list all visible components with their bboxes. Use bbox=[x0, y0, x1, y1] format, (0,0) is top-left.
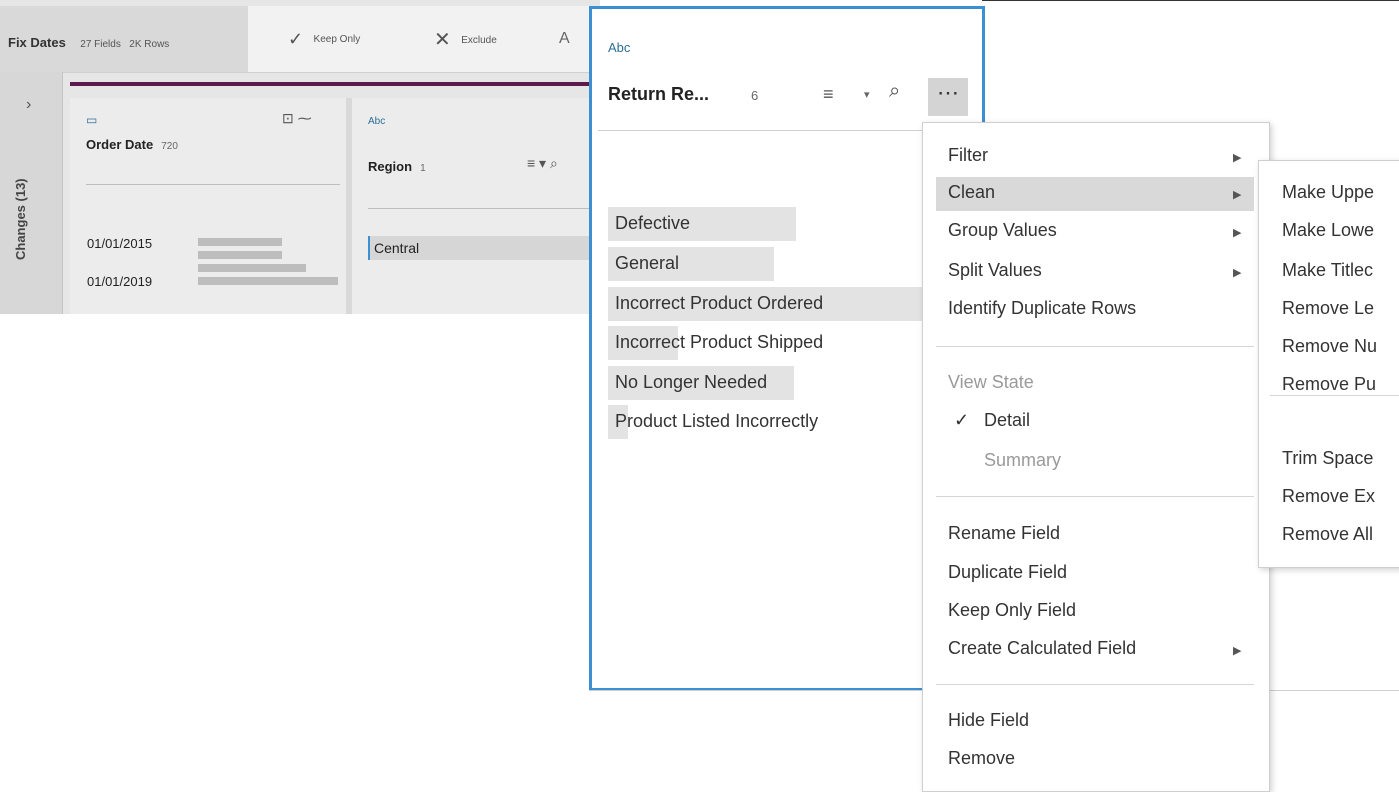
calendar-icon: ▭ bbox=[86, 113, 98, 127]
region-name: Region bbox=[368, 159, 413, 174]
region-type-label: Abc bbox=[368, 116, 386, 127]
menu-item-identify-duplicates[interactable]: Identify Duplicate Rows bbox=[948, 298, 1136, 319]
order-date-count: 720 bbox=[161, 141, 178, 152]
menu-item-create-calculated-field[interactable]: Create Calculated Field bbox=[948, 638, 1136, 659]
order-date-name: Order Date bbox=[86, 137, 154, 152]
card-separator bbox=[86, 184, 340, 185]
field-name: Return Re... bbox=[608, 84, 710, 104]
submenu-arrow-icon: ▶ bbox=[1233, 189, 1242, 201]
submenu-arrow-icon: ▶ bbox=[1233, 152, 1242, 164]
step-title: Fix Dates 27 Fields 2K Rows bbox=[8, 34, 169, 52]
date-bin-bar[interactable] bbox=[198, 264, 306, 272]
changes-rail-label: Changes (13) bbox=[13, 178, 28, 260]
region-header: Region 1 bbox=[368, 159, 426, 174]
field-distinct-count: 6 bbox=[751, 88, 759, 103]
value-label: No Longer Needed bbox=[615, 372, 768, 392]
keep-only-label: Keep Only bbox=[313, 34, 361, 45]
date-end-label: 01/01/2019 bbox=[87, 274, 153, 289]
menu-item-detail[interactable]: Detail bbox=[984, 410, 1030, 431]
submenu-arrow-icon: ▶ bbox=[1233, 227, 1242, 239]
menu-item-summary[interactable]: Summary bbox=[984, 450, 1061, 471]
chevron-right-icon[interactable]: › bbox=[26, 96, 31, 114]
menu-item-group-values[interactable]: Group Values bbox=[948, 220, 1057, 241]
menu-separator bbox=[936, 346, 1254, 347]
close-icon: ✕ bbox=[434, 29, 451, 51]
field-type-label: Abc bbox=[608, 40, 631, 55]
menu-item-hide-field[interactable]: Hide Field bbox=[948, 710, 1029, 731]
more-options-button[interactable]: ⋯ bbox=[928, 78, 968, 116]
menu-item-filter[interactable]: Filter bbox=[948, 145, 988, 166]
region-profile-card[interactable] bbox=[352, 98, 600, 314]
menu-item-rename-field[interactable]: Rename Field bbox=[948, 523, 1060, 544]
menu-item-duplicate-field[interactable]: Duplicate Field bbox=[948, 562, 1067, 583]
sort-icon[interactable]: ≡ bbox=[823, 84, 834, 105]
submenu-item[interactable]: Remove Pu bbox=[1282, 374, 1376, 395]
step-color-bar bbox=[70, 82, 600, 86]
date-options-icons[interactable]: ⊡ ⁓ bbox=[282, 110, 312, 127]
menu-item-remove[interactable]: Remove bbox=[948, 748, 1015, 769]
sort-icon[interactable]: ≡ ▾ ⌕ bbox=[527, 155, 558, 172]
value-label: Incorrect Product Shipped bbox=[615, 332, 824, 352]
submenu-item[interactable]: Trim Space bbox=[1282, 448, 1373, 469]
submenu-item[interactable]: Remove Nu bbox=[1282, 336, 1377, 357]
order-date-header: Order Date 720 bbox=[86, 137, 178, 152]
menu-item-keep-only-field[interactable]: Keep Only Field bbox=[948, 600, 1076, 621]
toolbar-cut-label[interactable]: A bbox=[559, 30, 570, 48]
submenu-item[interactable]: Remove Le bbox=[1282, 298, 1374, 319]
step-name: Fix Dates bbox=[8, 35, 66, 50]
submenu-arrow-icon: ▶ bbox=[1233, 645, 1242, 657]
menu-separator bbox=[936, 684, 1254, 685]
search-icon[interactable]: ⌕ bbox=[889, 80, 900, 103]
checkmark-icon: ✓ bbox=[288, 29, 304, 49]
submenu-separator bbox=[1270, 395, 1399, 396]
submenu-item[interactable]: Make Titlec bbox=[1282, 260, 1373, 281]
submenu-item[interactable]: Remove Ex bbox=[1282, 486, 1375, 507]
submenu-item[interactable]: Make Lowe bbox=[1282, 220, 1374, 241]
sort-dropdown-caret-icon[interactable]: ▾ bbox=[864, 88, 870, 101]
exclude-button[interactable]: ✕ Exclude bbox=[434, 27, 497, 52]
menu-header-view-state: View State bbox=[948, 372, 1034, 392]
submenu-item[interactable]: Make Uppe bbox=[1282, 182, 1374, 203]
card-separator bbox=[368, 208, 600, 209]
menu-item-clean[interactable]: Clean bbox=[948, 182, 995, 203]
region-count: 1 bbox=[420, 163, 426, 174]
date-bin-bar[interactable] bbox=[198, 277, 338, 285]
submenu-arrow-icon: ▶ bbox=[1233, 267, 1242, 279]
date-bin-bar[interactable] bbox=[198, 238, 282, 246]
exclude-label: Exclude bbox=[461, 35, 497, 46]
menu-separator bbox=[936, 496, 1254, 497]
value-label: Defective bbox=[615, 213, 691, 233]
top-border-line bbox=[982, 0, 1399, 1]
region-value-label: Central bbox=[374, 240, 420, 256]
submenu-item[interactable]: Remove All bbox=[1282, 524, 1373, 545]
checkmark-icon: ✓ bbox=[954, 410, 970, 430]
menu-item-split-values[interactable]: Split Values bbox=[948, 260, 1042, 281]
card-header-separator bbox=[598, 130, 922, 131]
changes-rail[interactable] bbox=[0, 72, 63, 314]
step-fields-count: 27 Fields bbox=[80, 39, 121, 50]
date-bin-bar[interactable] bbox=[198, 251, 282, 259]
value-label: General bbox=[615, 253, 680, 273]
value-label: Incorrect Product Ordered bbox=[615, 293, 824, 313]
value-label: Product Listed Incorrectly bbox=[615, 411, 819, 431]
step-rows-count: 2K Rows bbox=[129, 39, 170, 50]
keep-only-button[interactable]: ✓ Keep Only bbox=[288, 29, 360, 50]
date-start-label: 01/01/2015 bbox=[87, 236, 153, 251]
